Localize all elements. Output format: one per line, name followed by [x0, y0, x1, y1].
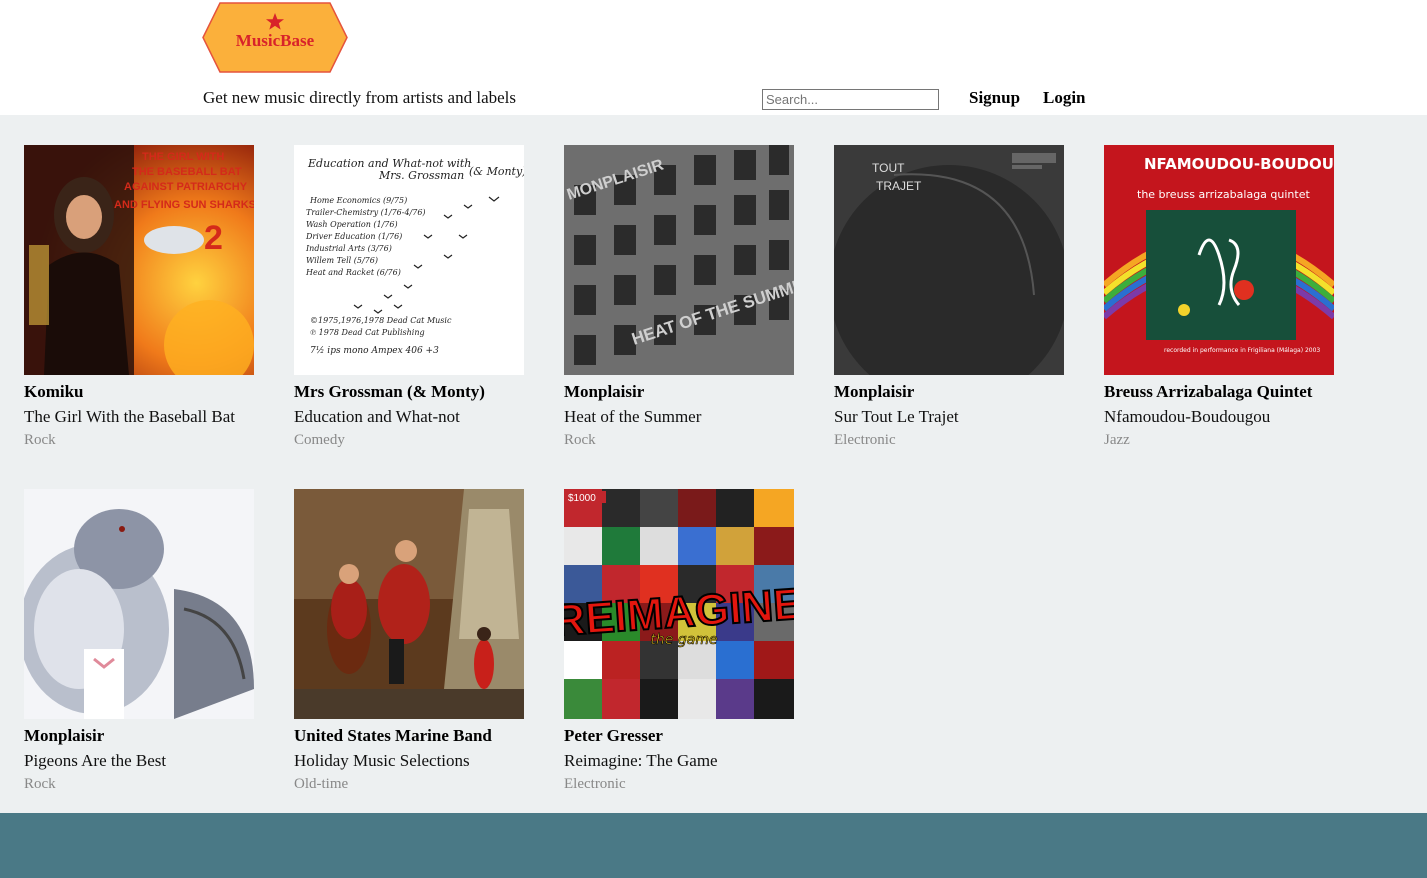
svg-text:Heat and Racket (6/76): Heat and Racket (6/76) [305, 268, 401, 277]
svg-text:℗ 1978 Dead Cat Publishing: ℗ 1978 Dead Cat Publishing [310, 328, 425, 337]
svg-text:Trailer-Chemistry (1/76-4/76): Trailer-Chemistry (1/76-4/76) [306, 208, 426, 217]
svg-text:TRAJET: TRAJET [876, 179, 922, 193]
svg-text:Home Economics (9/75): Home Economics (9/75) [309, 196, 407, 205]
svg-text:Willem Tell (5/76): Willem Tell (5/76) [306, 256, 378, 265]
svg-text:©1975,1976,1978 Dead Cat Music: ©1975,1976,1978 Dead Cat Music [310, 316, 452, 325]
tagline: Get new music directly from artists and … [203, 88, 516, 107]
album-genre: Rock [24, 432, 56, 448]
svg-text:Wash Operation (1/76): Wash Operation (1/76) [306, 220, 398, 229]
album-cover[interactable]: MONPLAISIR HEAT OF THE SUMMER [564, 145, 794, 375]
signup-link[interactable]: Signup [969, 88, 1020, 108]
svg-text:7½ ips mono Ampex 406 +3: 7½ ips mono Ampex 406 +3 [310, 345, 439, 356]
svg-text:the breuss arrizabalaga quinte: the breuss arrizabalaga quintet [1137, 188, 1310, 201]
logo-text: MusicBase [236, 31, 315, 50]
svg-text:THE BASEBALL BAT: THE BASEBALL BAT [132, 166, 242, 178]
svg-text:Driver Education (1/76): Driver Education (1/76) [305, 232, 402, 241]
svg-text:$1000: $1000 [568, 493, 596, 504]
login-link[interactable]: Login [1043, 88, 1086, 108]
album-artist[interactable]: Monplaisir [24, 726, 104, 746]
album-card[interactable]: NFAMOUDOU-BOUDOUGOU the breuss arrizabal… [1104, 145, 1344, 448]
svg-text:TOUT: TOUT [872, 161, 905, 175]
album-title[interactable]: Sur Tout Le Trajet [834, 407, 959, 427]
album-cover[interactable]: NFAMOUDOU-BOUDOUGOU the breuss arrizabal… [1104, 145, 1334, 375]
site-footer [0, 813, 1427, 878]
album-genre: Rock [24, 776, 56, 792]
svg-text:2: 2 [204, 219, 223, 257]
album-cover[interactable] [294, 489, 524, 719]
album-card[interactable]: 2 THE GIRL WITH THE BASEBALL BAT AGAINST… [24, 145, 264, 448]
album-title[interactable]: Education and What-not [294, 407, 460, 427]
svg-text:AND FLYING SUN SHARKS: AND FLYING SUN SHARKS [114, 199, 254, 211]
album-genre: Comedy [294, 432, 345, 448]
album-cover[interactable]: $1000 REIMAGINE the game [564, 489, 794, 719]
search-input[interactable] [762, 89, 939, 110]
album-title[interactable]: Reimagine: The Game [564, 751, 718, 771]
svg-text:THE GIRL WITH: THE GIRL WITH [142, 151, 224, 163]
album-cover[interactable]: TOUT TRAJET [834, 145, 1064, 375]
album-card[interactable]: United States Marine Band Holiday Music … [294, 489, 534, 792]
album-artist[interactable]: United States Marine Band [294, 726, 492, 746]
album-card[interactable]: TOUT TRAJET Monplaisir Sur Tout Le Traje… [834, 145, 1074, 448]
album-artist[interactable]: Mrs Grossman (& Monty) [294, 382, 485, 402]
album-card[interactable]: MONPLAISIR HEAT OF THE SUMMER Monplaisir… [564, 145, 804, 448]
svg-text:AGAINST PATRIARCHY: AGAINST PATRIARCHY [124, 181, 248, 193]
svg-text:the game: the game [650, 632, 717, 648]
album-artist[interactable]: Peter Gresser [564, 726, 663, 746]
album-title[interactable]: Pigeons Are the Best [24, 751, 166, 771]
album-title[interactable]: Nfamoudou-Boudougou [1104, 407, 1270, 427]
album-card[interactable]: Education and What-not with Mrs. Grossma… [294, 145, 534, 448]
album-genre: Jazz [1104, 432, 1130, 448]
album-card[interactable]: Monplaisir Pigeons Are the Best Rock [24, 489, 264, 792]
musicbase-logo[interactable]: MusicBase [202, 2, 348, 73]
album-genre: Rock [564, 432, 596, 448]
svg-text:recorded in performance in Fri: recorded in performance in Frigiliana (M… [1164, 347, 1320, 354]
album-title[interactable]: Holiday Music Selections [294, 751, 470, 771]
album-title[interactable]: The Girl With the Baseball Bat [24, 407, 235, 427]
svg-text:NFAMOUDOU-BOUDOUGOU: NFAMOUDOU-BOUDOUGOU [1144, 155, 1334, 173]
album-title[interactable]: Heat of the Summer [564, 407, 701, 427]
album-artist[interactable]: Monplaisir [834, 382, 914, 402]
album-artist[interactable]: Komiku [24, 382, 84, 402]
album-artist[interactable]: Monplaisir [564, 382, 644, 402]
album-cover[interactable] [24, 489, 254, 719]
album-genre: Electronic [834, 432, 896, 448]
svg-text:(& Monty): (& Monty) [469, 165, 524, 178]
album-cover[interactable]: Education and What-not with Mrs. Grossma… [294, 145, 524, 375]
site-header: MusicBase Get new music directly from ar… [0, 0, 1427, 115]
svg-text:Industrial Arts (3/76): Industrial Arts (3/76) [305, 244, 392, 253]
album-card[interactable]: $1000 REIMAGINE the game Peter Gresser R… [564, 489, 804, 792]
album-genre: Electronic [564, 776, 626, 792]
album-cover[interactable]: 2 THE GIRL WITH THE BASEBALL BAT AGAINST… [24, 145, 254, 375]
svg-text:Mrs. Grossman: Mrs. Grossman [378, 169, 464, 182]
album-genre: Old-time [294, 776, 349, 792]
album-artist[interactable]: Breuss Arrizabalaga Quintet [1104, 382, 1312, 402]
